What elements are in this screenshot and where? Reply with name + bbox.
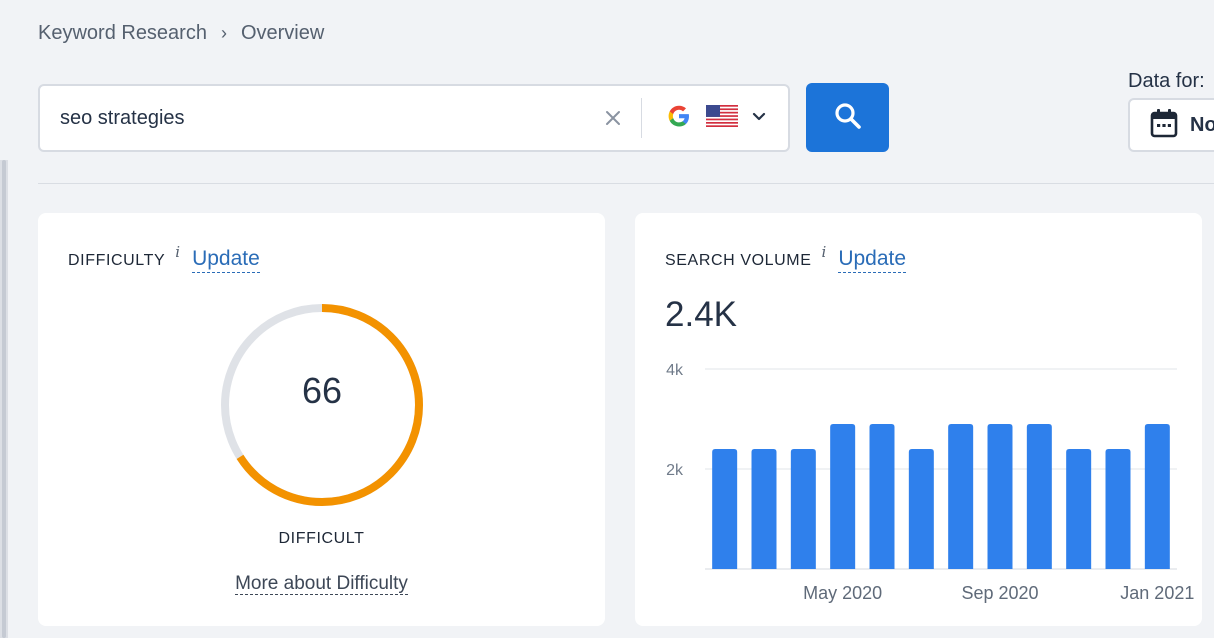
volume-bar[interactable] [948,424,974,569]
close-icon[interactable] [601,106,625,130]
x-tick-label: Jan 2021 [1120,583,1194,603]
info-icon[interactable]: i [822,243,827,261]
volume-bar[interactable] [908,449,934,569]
x-tick-label: May 2020 [803,583,882,603]
search-box [38,84,790,152]
breadcrumb: Keyword Research › Overview [38,22,324,45]
breadcrumb-keyword-research[interactable]: Keyword Research [38,22,207,45]
us-flag-icon [706,104,738,132]
search-divider [641,98,642,138]
search-volume-update-link[interactable]: Update [838,247,907,273]
more-about-difficulty-link[interactable]: More about Difficulty [235,573,408,595]
volume-bar[interactable] [1144,424,1170,569]
chevron-down-icon [752,109,766,127]
search-volume-value: 2.4K [665,295,737,334]
date-picker-value: No [1190,113,1214,136]
left-scrollbar[interactable] [0,160,8,638]
search-input[interactable] [40,86,601,150]
calendar-icon [1150,108,1178,143]
difficulty-title: DIFFICULTY [68,252,166,269]
search-volume-title: SEARCH VOLUME [665,252,812,269]
y-tick-label: 2k [666,462,684,479]
info-icon[interactable]: i [175,243,180,261]
volume-bar[interactable] [790,449,816,569]
x-tick-label: Sep 2020 [961,583,1038,603]
volume-bar[interactable] [1026,424,1052,569]
search-volume-chart: 4k 2k May 2020 Sep 2020 Jan 2021 [666,362,1194,603]
more-about-difficulty: More about Difficulty [38,573,605,595]
y-tick-label: 4k [666,362,684,379]
search-volume-header: SEARCH VOLUME i Update [665,243,907,273]
volume-bar[interactable] [712,449,738,569]
search-button[interactable] [806,83,889,152]
volume-bar[interactable] [1105,449,1131,569]
search-icon [833,101,863,134]
google-icon [666,103,692,134]
difficulty-card: DIFFICULTY i Update 66 DIFFICULT More ab… [38,213,605,626]
scrollbar-thumb[interactable] [2,160,6,638]
volume-bar[interactable] [830,424,856,569]
volume-bar[interactable] [987,424,1013,569]
engine-country-dropdown[interactable] [666,103,766,134]
difficulty-level: DIFFICULT [278,530,365,547]
breadcrumb-overview: Overview [240,22,325,44]
difficulty-score: 66 [301,370,343,411]
difficulty-update-link[interactable]: Update [192,247,260,273]
difficulty-header: DIFFICULTY i Update [68,243,260,273]
section-divider [38,183,1214,184]
breadcrumb-separator-icon: › [220,23,227,43]
data-for-label: Data for: [1128,70,1205,92]
date-picker[interactable]: No [1128,98,1214,152]
volume-bar[interactable] [751,449,777,569]
search-volume-card: SEARCH VOLUME i Update 2.4K 4k 2k May 2020… [635,213,1202,626]
volume-bar[interactable] [1066,449,1092,569]
volume-bar[interactable] [869,424,895,569]
